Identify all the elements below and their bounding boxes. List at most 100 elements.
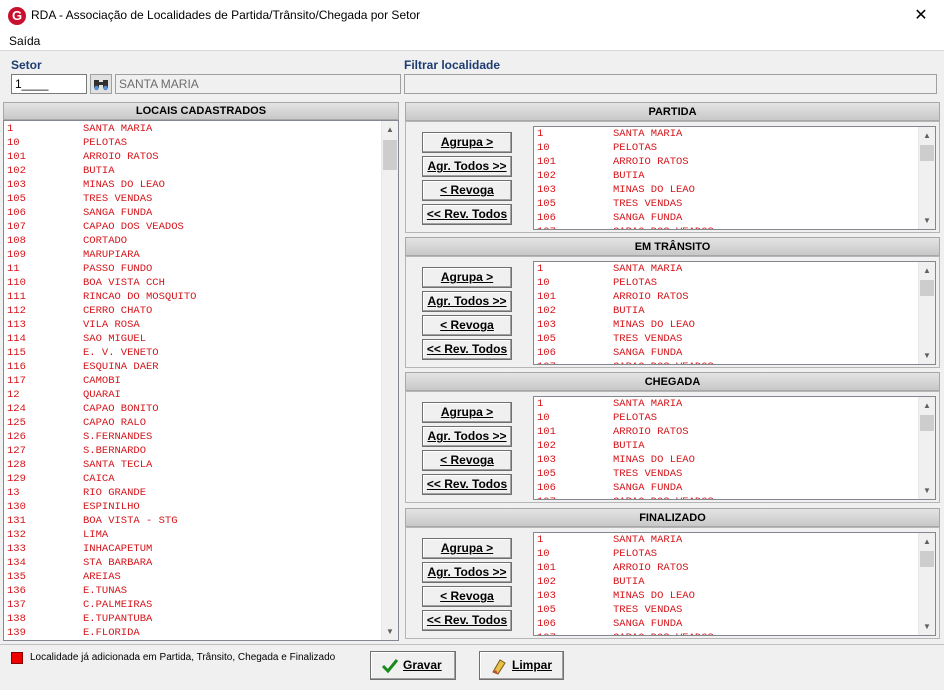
list-item[interactable]: 136 E.TUNAS <box>4 584 398 598</box>
list-item[interactable]: 102 BUTIA <box>4 164 398 178</box>
list-item[interactable]: 134 STA BARBARA <box>4 556 398 570</box>
list-item[interactable]: 112 CERRO CHATO <box>4 304 398 318</box>
list-item[interactable]: 115 E. V. VENETO <box>4 346 398 360</box>
list-item[interactable]: 133 INHACAPETUM <box>4 542 398 556</box>
locais-list[interactable]: 1 SANTA MARIA 10 PELOTAS 101 ARROIO RATOS 102 B… <box>3 120 399 641</box>
list-item[interactable]: 102 BUTIA <box>534 575 935 589</box>
scroll-up-icon[interactable]: ▲ <box>919 533 935 550</box>
list-item[interactable]: 105 TRES VENDAS <box>534 603 935 617</box>
list-item[interactable]: 101 ARROIO RATOS <box>534 155 935 169</box>
list-item[interactable]: 107 CAPAO DOS VEADOS <box>534 225 935 229</box>
list-item[interactable]: 126 S.FERNANDES <box>4 430 398 444</box>
list-item[interactable]: 11 PASSO FUNDO <box>4 262 398 276</box>
list-item[interactable]: 1 SANTA MARIA <box>534 533 935 547</box>
list-item[interactable]: 131 BOA VISTA - STG <box>4 514 398 528</box>
list-item[interactable]: 111 RINCAO DO MOSQUITO <box>4 290 398 304</box>
list-item[interactable]: 129 CAICA <box>4 472 398 486</box>
list-item[interactable]: 137 C.PALMEIRAS <box>4 598 398 612</box>
list-item[interactable]: 1 SANTA MARIA <box>4 122 398 136</box>
revoga-todos-button-chegada[interactable]: << Rev. Todos <box>422 474 512 495</box>
list-item[interactable]: 108 CORTADO <box>4 234 398 248</box>
scroll-down-icon[interactable]: ▼ <box>919 618 935 635</box>
limpar-button[interactable]: Limpar <box>479 651 564 680</box>
group-scrollbar-finalizado[interactable]: ▲ ▼ <box>918 533 935 635</box>
list-item[interactable]: 109 MARUPIARA <box>4 248 398 262</box>
list-item[interactable]: 103 MINAS DO LEAO <box>534 183 935 197</box>
scroll-thumb[interactable] <box>920 415 934 431</box>
gravar-button[interactable]: Gravar <box>370 651 456 680</box>
list-item[interactable]: 101 ARROIO RATOS <box>4 150 398 164</box>
scroll-thumb[interactable] <box>920 145 934 161</box>
list-item[interactable]: 101 ARROIO RATOS <box>534 561 935 575</box>
list-item[interactable]: 110 BOA VISTA CCH <box>4 276 398 290</box>
list-item[interactable]: 124 CAPAO BONITO <box>4 402 398 416</box>
scroll-thumb[interactable] <box>920 551 934 567</box>
list-item[interactable]: 105 TRES VENDAS <box>534 332 935 346</box>
list-item[interactable]: 103 MINAS DO LEAO <box>534 589 935 603</box>
menu-item-saida[interactable]: Saída <box>9 34 40 48</box>
list-item[interactable]: 106 SANGA FUNDA <box>534 617 935 631</box>
agrupa-todos-button-partida[interactable]: Agr. Todos >> <box>422 156 512 177</box>
list-item[interactable]: 13 RIO GRANDE <box>4 486 398 500</box>
list-item[interactable]: 139 E.FLORIDA <box>4 626 398 640</box>
scroll-up-icon[interactable]: ▲ <box>919 397 935 414</box>
list-item[interactable]: 10 PELOTAS <box>534 547 935 561</box>
list-item[interactable]: 103 MINAS DO LEAO <box>534 453 935 467</box>
locais-scrollbar[interactable]: ▲ ▼ <box>381 121 398 640</box>
group-scrollbar-chegada[interactable]: ▲ ▼ <box>918 397 935 499</box>
list-item[interactable]: 107 CAPAO DOS VEADOS <box>534 631 935 635</box>
scroll-up-icon[interactable]: ▲ <box>382 121 398 138</box>
list-item[interactable]: 130 ESPINILHO <box>4 500 398 514</box>
agrupa-button-transito[interactable]: Agrupa > <box>422 267 512 288</box>
list-item[interactable]: 125 CAPAO RALO <box>4 416 398 430</box>
list-item[interactable]: 102 BUTIA <box>534 439 935 453</box>
group-list-chegada[interactable]: 1 SANTA MARIA 10 PELOTAS 101 ARROIO RATOS 102 B… <box>533 396 936 500</box>
revoga-button-chegada[interactable]: < Revoga <box>422 450 512 471</box>
revoga-todos-button-transito[interactable]: << Rev. Todos <box>422 339 512 360</box>
revoga-todos-button-partida[interactable]: << Rev. Todos <box>422 204 512 225</box>
agrupa-todos-button-finalizado[interactable]: Agr. Todos >> <box>422 562 512 583</box>
list-item[interactable]: 117 CAMOBI <box>4 374 398 388</box>
scroll-down-icon[interactable]: ▼ <box>919 482 935 499</box>
list-item[interactable]: 127 S.BERNARDO <box>4 444 398 458</box>
group-scrollbar-partida[interactable]: ▲ ▼ <box>918 127 935 229</box>
list-item[interactable]: 12 QUARAI <box>4 388 398 402</box>
list-item[interactable]: 132 LIMA <box>4 528 398 542</box>
setor-code-input[interactable]: 1____ <box>11 74 87 94</box>
list-item[interactable]: 107 CAPAO DOS VEADOS <box>534 495 935 499</box>
list-item[interactable]: 106 SANGA FUNDA <box>4 206 398 220</box>
agrupa-button-chegada[interactable]: Agrupa > <box>422 402 512 423</box>
list-item[interactable]: 105 TRES VENDAS <box>534 197 935 211</box>
revoga-button-partida[interactable]: < Revoga <box>422 180 512 201</box>
close-button[interactable]: ✕ <box>898 0 944 31</box>
list-item[interactable]: 106 SANGA FUNDA <box>534 346 935 360</box>
group-list-transito[interactable]: 1 SANTA MARIA 10 PELOTAS 101 ARROIO RATOS 102 B… <box>533 261 936 365</box>
scroll-down-icon[interactable]: ▼ <box>919 347 935 364</box>
list-item[interactable]: 101 ARROIO RATOS <box>534 290 935 304</box>
agrupa-todos-button-transito[interactable]: Agr. Todos >> <box>422 291 512 312</box>
list-item[interactable]: 107 CAPAO DOS VEADOS <box>534 360 935 364</box>
revoga-button-finalizado[interactable]: < Revoga <box>422 586 512 607</box>
list-item[interactable]: 1 SANTA MARIA <box>534 262 935 276</box>
agrupa-todos-button-chegada[interactable]: Agr. Todos >> <box>422 426 512 447</box>
scroll-down-icon[interactable]: ▼ <box>382 623 398 640</box>
setor-find-button[interactable] <box>90 74 112 94</box>
list-item[interactable]: 105 TRES VENDAS <box>534 467 935 481</box>
agrupa-button-finalizado[interactable]: Agrupa > <box>422 538 512 559</box>
list-item[interactable]: 101 ARROIO RATOS <box>534 425 935 439</box>
list-item[interactable]: 116 ESQUINA DAER <box>4 360 398 374</box>
list-item[interactable]: 128 SANTA TECLA <box>4 458 398 472</box>
group-scrollbar-transito[interactable]: ▲ ▼ <box>918 262 935 364</box>
list-item[interactable]: 114 SAO MIGUEL <box>4 332 398 346</box>
list-item[interactable]: 113 VILA ROSA <box>4 318 398 332</box>
scroll-thumb[interactable] <box>920 280 934 296</box>
list-item[interactable]: 103 MINAS DO LEAO <box>4 178 398 192</box>
list-item[interactable]: 106 SANGA FUNDA <box>534 211 935 225</box>
list-item[interactable]: 138 E.TUPANTUBA <box>4 612 398 626</box>
list-item[interactable]: 10 PELOTAS <box>534 411 935 425</box>
scroll-up-icon[interactable]: ▲ <box>919 127 935 144</box>
revoga-todos-button-finalizado[interactable]: << Rev. Todos <box>422 610 512 631</box>
list-item[interactable]: 10 PELOTAS <box>534 141 935 155</box>
revoga-button-transito[interactable]: < Revoga <box>422 315 512 336</box>
list-item[interactable]: 135 AREIAS <box>4 570 398 584</box>
